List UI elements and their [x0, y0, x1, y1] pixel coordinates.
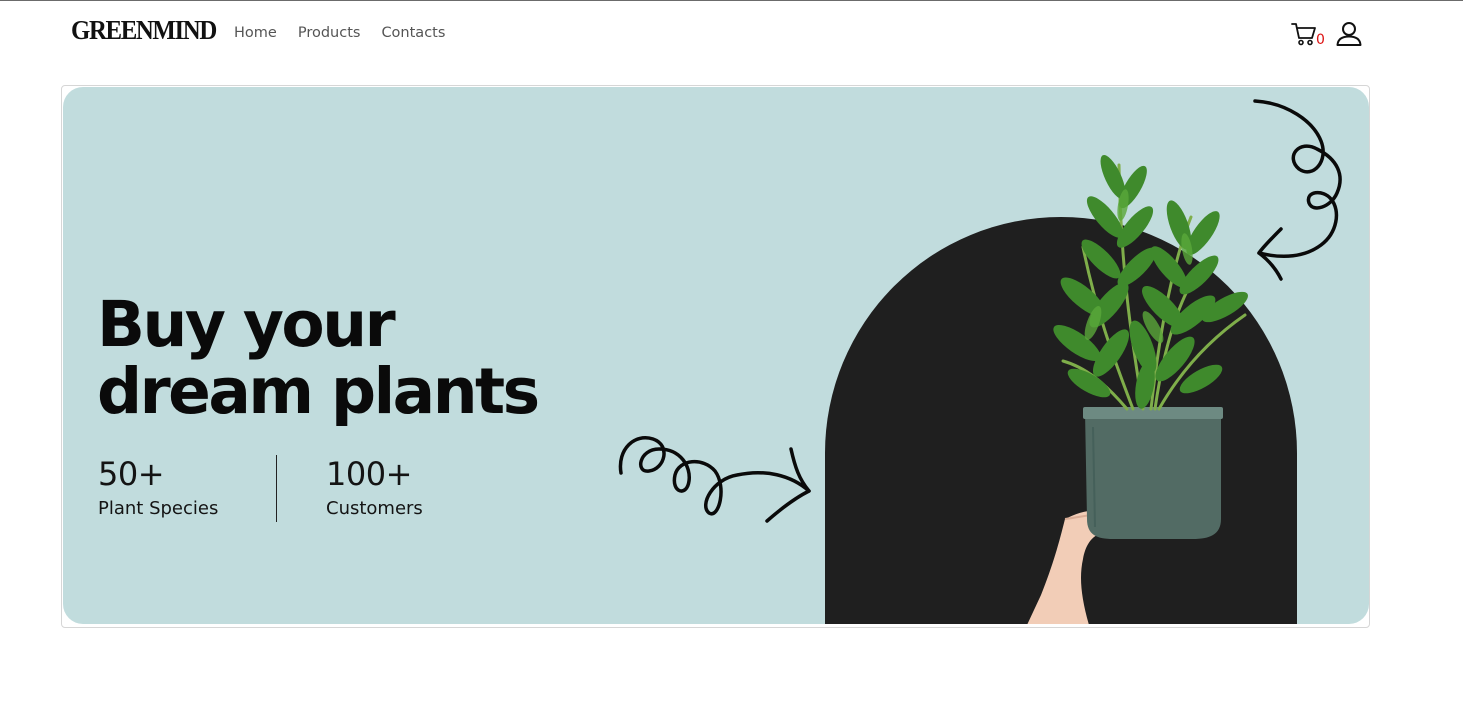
stat-value: 50+: [98, 455, 165, 493]
hero-banner: Buy your dream plants 50+ Plant Species …: [63, 87, 1369, 624]
headline-line-2: dream plants: [97, 355, 540, 428]
cart-button[interactable]: 0: [1291, 21, 1327, 51]
brand-logo[interactable]: GREENMIND: [71, 15, 217, 46]
stat-plant-species: 50+ Plant Species: [98, 454, 218, 519]
site-header: GREENMIND Home Products Contacts 0: [0, 1, 1463, 65]
hero-headline: Buy your dream plants: [97, 288, 540, 428]
stat-customers: 100+ Customers: [326, 454, 423, 519]
curly-arrow-right-icon: [618, 436, 811, 523]
potted-plant-image: [1027, 154, 1248, 624]
stat-divider: [276, 455, 277, 522]
nav-home-link[interactable]: Home: [234, 25, 277, 41]
user-account-button[interactable]: [1335, 20, 1363, 48]
stat-label: Plant Species: [98, 498, 219, 519]
cart-icon: [1291, 23, 1316, 46]
main-nav: Home Products Contacts: [234, 25, 445, 41]
cart-count-badge: 0: [1316, 32, 1325, 48]
stat-value: 100+: [326, 455, 412, 493]
user-icon: [1336, 22, 1362, 46]
stat-label: Customers: [326, 498, 423, 519]
headline-line-1: Buy your: [97, 288, 396, 361]
nav-products-link[interactable]: Products: [298, 25, 361, 41]
nav-contacts-link[interactable]: Contacts: [381, 25, 445, 41]
hero-banner-frame: Buy your dream plants 50+ Plant Species …: [61, 85, 1370, 628]
